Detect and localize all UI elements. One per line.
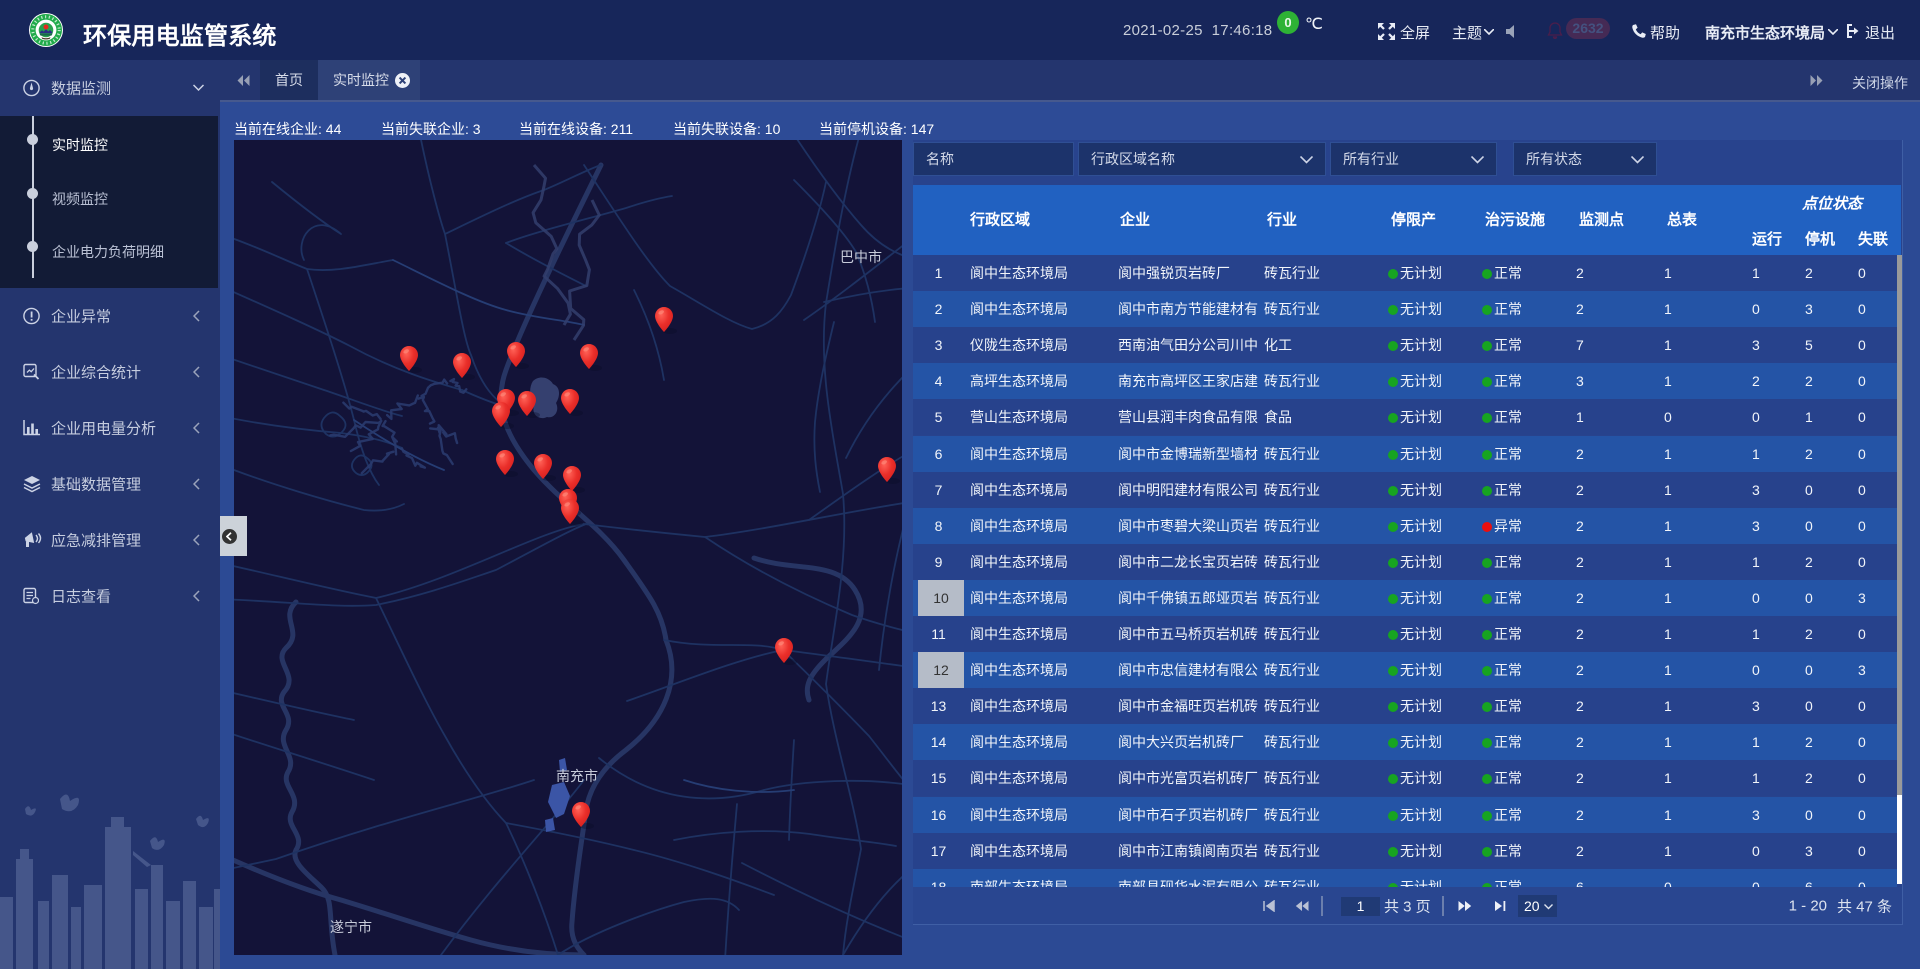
svg-text:遂宁市: 遂宁市 [330, 919, 372, 935]
